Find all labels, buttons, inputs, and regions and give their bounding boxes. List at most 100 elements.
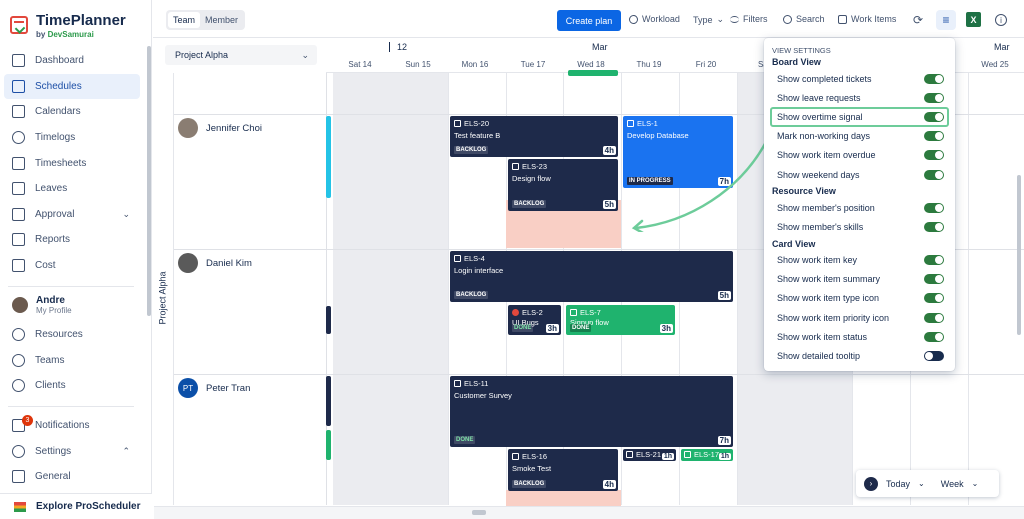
task-card[interactable]: ELS-2 UI Bugs DONE 3h — [508, 305, 561, 335]
task-card-edge[interactable] — [568, 70, 618, 76]
popover-header: VIEW SETTINGS — [772, 46, 831, 55]
setting-row[interactable]: Show detailed tooltip — [764, 346, 955, 365]
brand[interactable]: TimePlanner by DevSamurai — [10, 12, 126, 39]
sidebar-item-teams[interactable]: Teams — [4, 348, 140, 374]
setting-row[interactable]: Mark non-working days — [764, 127, 955, 146]
task-card[interactable]: ELS-16 Smoke Test BACKLOG 4h — [508, 449, 618, 491]
setting-row[interactable]: Show weekend days — [764, 165, 955, 184]
setting-row[interactable]: Show completed tickets — [764, 69, 955, 88]
setting-label: Show overtime signal — [777, 111, 863, 122]
next-period-button[interactable]: › — [864, 476, 878, 491]
excel-export-button[interactable]: X — [966, 12, 981, 27]
work-items-button[interactable]: Work Items — [838, 14, 896, 24]
toggle-switch[interactable] — [924, 293, 944, 304]
info-button[interactable]: i — [991, 10, 1011, 30]
task-card-edge[interactable] — [326, 376, 331, 426]
team-tab[interactable]: Team — [168, 12, 201, 28]
chevron-down-icon[interactable]: ⌄ — [918, 479, 925, 488]
task-card[interactable]: ELS-7 Signup flow DONE 3h — [566, 305, 675, 335]
day-header: Fri 20 — [695, 60, 717, 69]
settings-sliders-icon: ≡ — [942, 13, 950, 27]
task-card-edge[interactable] — [326, 116, 331, 198]
calendar-icon — [12, 105, 25, 119]
setting-row[interactable]: Show member's position — [764, 198, 955, 217]
task-card[interactable]: ELS-21 1h — [623, 449, 676, 461]
type-dropdown[interactable]: Type ⌄ — [693, 14, 724, 25]
period-select[interactable]: Week — [941, 479, 964, 489]
search-button[interactable]: Search — [783, 14, 825, 24]
sidebar-item-cost[interactable]: Cost — [4, 253, 140, 279]
sidebar-item-notifications[interactable]: 3 Notifications — [4, 413, 140, 439]
toggle-switch[interactable] — [924, 92, 944, 103]
toggle-switch[interactable] — [924, 131, 944, 142]
member-row-label[interactable]: PT Peter Tran — [178, 378, 250, 398]
sidebar-item-resources[interactable]: Resources — [4, 322, 140, 348]
member-row-label[interactable]: Daniel Kim — [178, 253, 252, 273]
setting-row[interactable]: Show work item priority icon — [764, 308, 955, 327]
toggle-switch[interactable] — [924, 202, 944, 213]
sidebar-item-settings[interactable]: Settings ⌃ — [4, 438, 140, 464]
day-header: Tue 17 — [520, 60, 546, 69]
sidebar-scrollbar[interactable] — [147, 46, 151, 316]
filters-button[interactable]: Filters — [730, 14, 768, 24]
setting-row[interactable]: Show work item key — [764, 251, 955, 270]
sidebar-item-clients[interactable]: Clients — [4, 373, 140, 399]
member-tab[interactable]: Member — [200, 12, 243, 28]
setting-row[interactable]: Show overtime signal — [770, 107, 949, 127]
toggle-switch[interactable] — [924, 221, 944, 232]
task-card-edge[interactable] — [326, 430, 331, 460]
toggle-switch[interactable] — [924, 150, 944, 161]
toggle-switch[interactable] — [924, 255, 944, 266]
vertical-scrollbar[interactable] — [1017, 175, 1021, 335]
setting-row[interactable]: Show leave requests — [764, 88, 955, 107]
section-title: Resource View — [772, 186, 836, 197]
grid-line — [968, 73, 969, 505]
sidebar-item-leaves[interactable]: Leaves — [4, 176, 140, 202]
sidebar-item-general[interactable]: General — [4, 464, 140, 490]
toggle-switch[interactable] — [924, 312, 944, 323]
resources-icon — [12, 328, 25, 342]
member-row-label[interactable]: Jennifer Choi — [178, 118, 262, 138]
setting-row[interactable]: Show work item type icon — [764, 289, 955, 308]
toggle-switch[interactable] — [924, 351, 944, 362]
sidebar-item-timelogs[interactable]: Timelogs — [4, 125, 140, 151]
weekend-shade — [333, 73, 448, 505]
today-button[interactable]: Today — [886, 479, 910, 489]
setting-row[interactable]: Show work item summary — [764, 270, 955, 289]
setting-row[interactable]: Show work item overdue — [764, 146, 955, 165]
chevron-down-icon[interactable]: ⌄ — [972, 479, 979, 488]
scrollbar-thumb[interactable] — [472, 510, 486, 515]
toggle-switch[interactable] — [924, 73, 944, 84]
task-card[interactable]: ELS-20 Test feature B BACKLOG 4h — [450, 116, 618, 157]
sidebar-item-reports[interactable]: Reports — [4, 227, 140, 253]
toggle-switch[interactable] — [924, 111, 944, 122]
setting-row[interactable]: Show member's skills — [764, 217, 955, 236]
timeplanner-logo-icon — [10, 16, 28, 34]
toggle-switch[interactable] — [924, 169, 944, 180]
profile[interactable]: Andre My Profile — [12, 295, 72, 315]
horizontal-scrollbar[interactable] — [154, 506, 1024, 519]
task-card[interactable]: ELS-17 1h — [681, 449, 733, 461]
sidebar-item-calendars[interactable]: Calendars — [4, 99, 140, 125]
task-card[interactable]: ELS-11 Customer Survey DONE 7h — [450, 376, 733, 447]
sidebar: TimePlanner by DevSamurai Dashboard Sche… — [0, 0, 152, 519]
setting-row[interactable]: Show work item status — [764, 327, 955, 346]
task-card-edge[interactable] — [326, 306, 331, 334]
explore-proscheduler-link[interactable]: Explore ProScheduler — [0, 493, 152, 519]
task-type-icon — [512, 453, 519, 460]
task-card[interactable]: ELS-4 Login interface BACKLOG 5h — [450, 251, 733, 302]
reports-icon — [12, 233, 25, 247]
sidebar-item-schedules[interactable]: Schedules — [4, 73, 140, 100]
view-settings-button[interactable]: ≡ — [936, 10, 956, 30]
refresh-button[interactable]: ⟳ — [908, 10, 928, 30]
task-card[interactable]: ELS-23 Design flow BACKLOG 5h — [508, 159, 618, 211]
create-plan-button[interactable]: Create plan — [557, 10, 621, 31]
sidebar-item-dashboard[interactable]: Dashboard — [4, 48, 140, 74]
workload-button[interactable]: Workload — [629, 14, 680, 24]
project-select[interactable]: Project Alpha ⌄ — [165, 45, 317, 65]
toggle-switch[interactable] — [924, 331, 944, 342]
sidebar-item-timesheets[interactable]: Timesheets — [4, 150, 140, 176]
sidebar-item-approval[interactable]: Approval ⌄ — [4, 202, 140, 228]
toggle-switch[interactable] — [924, 274, 944, 285]
task-summary: Login interface — [454, 266, 504, 275]
